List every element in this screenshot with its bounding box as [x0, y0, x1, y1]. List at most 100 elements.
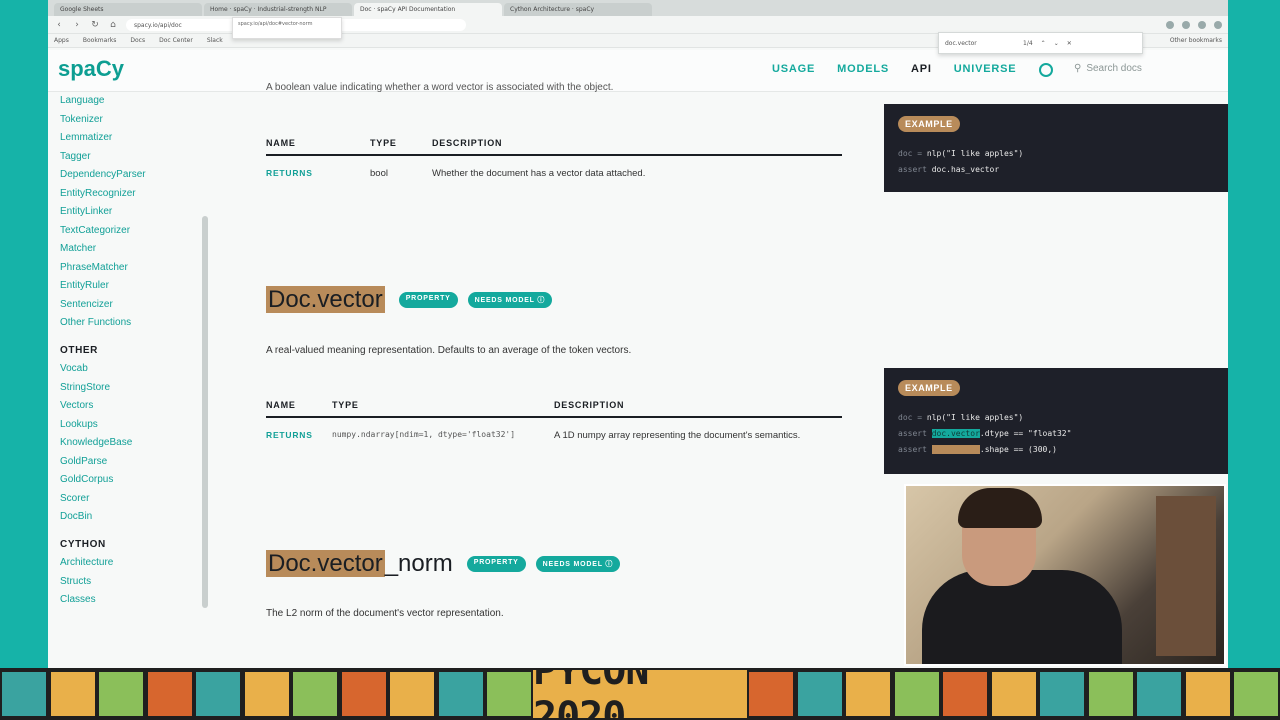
extension-icon[interactable] — [1182, 20, 1190, 29]
speaker-hair — [958, 488, 1042, 528]
pycon-logo: PYCON 2020 — [533, 668, 747, 720]
banner-tile — [145, 670, 194, 718]
column-header: DESCRIPTION — [554, 394, 842, 418]
column-header: DESCRIPTION — [432, 132, 842, 156]
sidebar-item[interactable]: Language — [60, 92, 146, 111]
cell-type: numpy.ndarray[ndim=1, dtype='float32'] — [332, 430, 516, 439]
sidebar-scrollbar[interactable] — [202, 216, 208, 608]
bookmark[interactable]: Docs — [130, 37, 145, 44]
forward-icon[interactable]: › — [72, 20, 82, 30]
search-icon: ⚲ — [1074, 63, 1082, 74]
sidebar-item[interactable]: Tagger — [60, 148, 146, 167]
sidebar-item[interactable]: Lookups — [60, 416, 146, 435]
code-text: nlp("I like apples") — [926, 149, 1024, 158]
example-panel: EXAMPLE doc = nlp("I like apples") assert … — [884, 368, 1228, 474]
bookmark[interactable]: Doc Center — [159, 37, 193, 44]
sidebar-item[interactable]: Sentencizer — [60, 296, 146, 315]
column-header: NAME — [266, 394, 332, 418]
other-bookmarks[interactable]: Other bookmarks — [1170, 37, 1222, 44]
sidebar-item[interactable]: PhraseMatcher — [60, 259, 146, 278]
sidebar-item[interactable]: EntityRuler — [60, 277, 146, 296]
sidebar-item[interactable]: Structs — [60, 573, 146, 592]
banner-tile — [339, 670, 388, 718]
sidebar-item[interactable]: Tokenizer — [60, 111, 146, 130]
section-description: A real-valued meaning representation. De… — [266, 345, 632, 356]
code-text: .dtype == "float32" — [979, 429, 1072, 438]
code-text: doc.has_vector — [931, 165, 1000, 174]
spacy-logo[interactable]: spaCy — [58, 56, 124, 82]
bookmark[interactable]: Slack — [207, 37, 223, 44]
reload-icon[interactable]: ↻ — [90, 20, 100, 30]
browser-tab[interactable]: Home · spaCy · Industrial-strength NLP — [204, 3, 352, 16]
code-highlight: doc.vector — [931, 429, 980, 438]
home-icon[interactable]: ⌂ — [108, 20, 118, 30]
sidebar-item[interactable]: GoldCorpus — [60, 471, 146, 490]
browser-tab[interactable]: Cython Architecture · spaCy — [504, 3, 652, 16]
heading-doc-vector-norm: Doc.vector_norm PROPERTY NEEDS MODEL ⓘ — [266, 550, 621, 578]
sidebar-item[interactable]: Lemmatizer — [60, 129, 146, 148]
cell-description: A 1D numpy array representing the docume… — [554, 430, 801, 441]
banner-tile — [388, 670, 436, 718]
cell-description: Whether the document has a vector data a… — [432, 168, 646, 179]
sidebar-item[interactable]: EntityRecognizer — [60, 185, 146, 204]
sidebar-item[interactable]: StringStore — [60, 379, 146, 398]
nav-universe[interactable]: UNIVERSE — [954, 63, 1017, 75]
search-docs[interactable]: ⚲ Search docs — [1074, 63, 1142, 74]
find-close-icon[interactable]: ✕ — [1067, 40, 1072, 47]
sidebar-item[interactable]: TextCategorizer — [60, 222, 146, 241]
github-icon[interactable] — [1039, 63, 1053, 77]
url-hover-popup: spacy.io/api/doc#vector-norm — [232, 17, 342, 39]
cell-name: RETURNS — [266, 430, 313, 440]
needs-model-badge[interactable]: NEEDS MODEL ⓘ — [535, 556, 621, 572]
heading-doc-vector: Doc.vector PROPERTY NEEDS MODEL ⓘ — [266, 286, 553, 314]
banner-tile — [1135, 670, 1183, 718]
extension-icon[interactable] — [1198, 20, 1206, 29]
sidebar-item[interactable]: KnowledgeBase — [60, 434, 146, 453]
property-badge: PROPERTY — [466, 556, 526, 572]
sidebar-item[interactable]: DependencyParser — [60, 166, 146, 185]
column-header: TYPE — [370, 132, 432, 156]
sidebar-item[interactable]: Vocab — [60, 360, 146, 379]
banner-tile — [1038, 670, 1086, 718]
nav-models[interactable]: MODELS — [837, 63, 889, 75]
sidebar-item[interactable]: Architecture — [60, 554, 146, 573]
table-row: RETURNS bool Whether the document has a … — [266, 155, 842, 185]
find-down-icon[interactable]: ⌄ — [1054, 40, 1059, 47]
bookmark[interactable]: Apps — [54, 37, 69, 44]
needs-model-badge[interactable]: NEEDS MODEL ⓘ — [467, 292, 553, 308]
sidebar-item[interactable]: DocBin — [60, 508, 146, 527]
site-header: spaCy USAGE MODELS API UNIVERSE ⚲ Search… — [48, 50, 1228, 92]
cutoff-text: A boolean value indicating whether a wor… — [266, 82, 614, 93]
find-up-icon[interactable]: ⌃ — [1041, 40, 1046, 47]
sidebar-item[interactable]: Other Functions — [60, 314, 146, 333]
example-panel: EXAMPLE doc = nlp("I like apples") assert … — [884, 104, 1228, 192]
browser-tab[interactable]: Google Sheets — [54, 3, 202, 16]
sidebar-item[interactable]: Scorer — [60, 490, 146, 509]
find-input[interactable] — [945, 37, 1015, 49]
sidebar-item[interactable]: GoldParse — [60, 453, 146, 472]
banner-tile — [1232, 670, 1280, 718]
banner-tile — [48, 670, 97, 718]
property-badge: PROPERTY — [398, 292, 458, 308]
profile-icon[interactable] — [1214, 20, 1222, 29]
sidebar-item[interactable]: Classes — [60, 591, 146, 610]
sidebar-item[interactable]: Vectors — [60, 397, 146, 416]
search-placeholder: Search docs — [1086, 63, 1142, 74]
sidebar-item[interactable]: EntityLinker — [60, 203, 146, 222]
banner-tile — [436, 670, 485, 718]
cell-type: bool — [370, 168, 388, 179]
banner-tile — [989, 670, 1038, 718]
bookmark[interactable]: Bookmarks — [83, 37, 117, 44]
find-bar: 1/4 ⌃ ⌄ ✕ — [938, 32, 1143, 54]
banner-tile — [0, 670, 48, 718]
banner-tile — [941, 670, 989, 718]
nav-usage[interactable]: USAGE — [772, 63, 815, 75]
extension-icon[interactable] — [1166, 20, 1174, 29]
banner-tile — [291, 670, 339, 718]
code-line: assert doc.has_vector — [898, 162, 1214, 178]
browser-tab-active[interactable]: Doc · spaCy API Documentation — [354, 3, 502, 16]
nav-api[interactable]: API — [911, 63, 932, 75]
returns-table-has-vector: NAME TYPE DESCRIPTION RETURNS bool Wheth… — [266, 132, 842, 185]
back-icon[interactable]: ‹ — [54, 20, 64, 30]
sidebar-item[interactable]: Matcher — [60, 240, 146, 259]
